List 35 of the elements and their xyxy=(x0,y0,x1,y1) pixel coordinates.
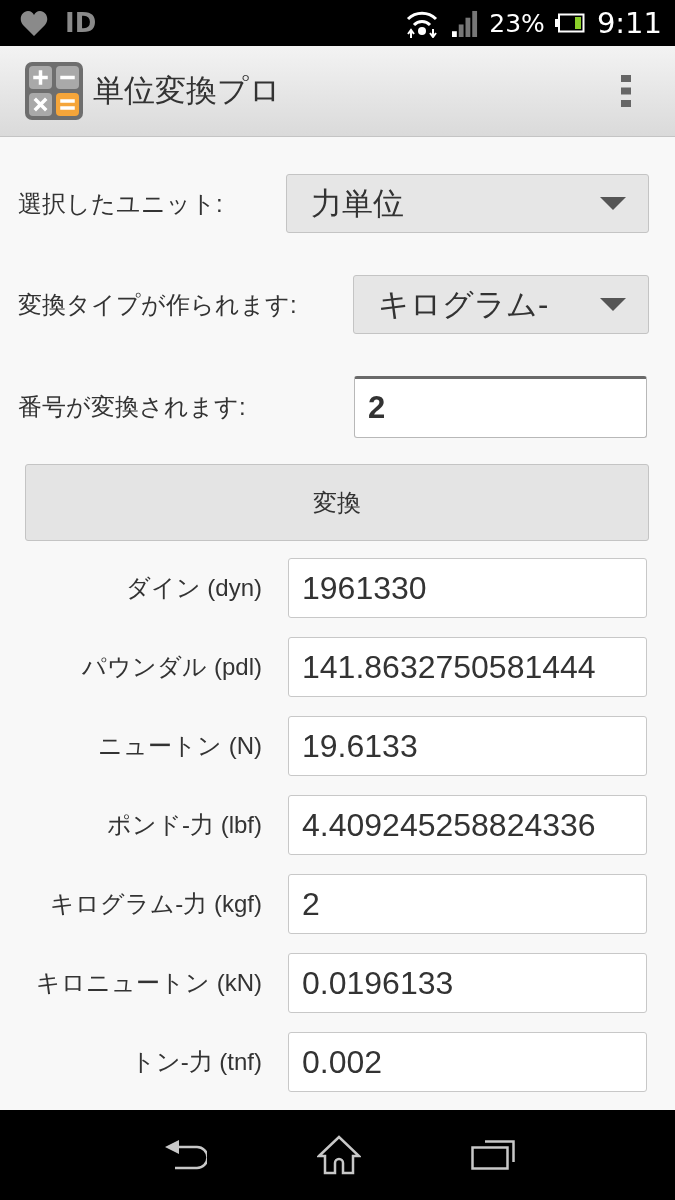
unit-label: トン-力 (tnf) xyxy=(129,1047,262,1077)
signal-icon xyxy=(452,9,480,37)
convert-button[interactable]: 変換 xyxy=(25,464,649,541)
battery-percent: 23% xyxy=(489,8,545,38)
notification-text: ID xyxy=(65,8,97,38)
result-field[interactable]: 0.002 xyxy=(288,1032,647,1092)
dropdown[interactable]: 力単位 xyxy=(286,174,649,233)
back-icon[interactable] xyxy=(165,1140,207,1170)
unit-label: ポンド-力 (lbf) xyxy=(106,810,262,840)
number-input-field[interactable]: 2 xyxy=(354,376,647,438)
field-label: 選択したユニット: xyxy=(18,188,223,219)
result-field[interactable]: 0.0196133 xyxy=(288,953,647,1013)
recent-apps-icon[interactable] xyxy=(471,1140,515,1170)
field-label: 変換タイプが作られます: xyxy=(18,289,297,320)
unit-label: パウンダル (pdl) xyxy=(81,652,262,682)
unit-label: キロニュートン (kN) xyxy=(35,968,262,998)
field-label: 番号が変換されます: xyxy=(18,392,246,422)
home-icon[interactable] xyxy=(317,1135,361,1175)
menu-icon[interactable] xyxy=(621,75,631,107)
result-field[interactable]: 4.409245258824336 xyxy=(288,795,647,855)
calculator-icon xyxy=(25,62,83,120)
caret-icon xyxy=(600,197,626,210)
result-field[interactable]: 1961330 xyxy=(288,558,647,618)
clock: 9:11 xyxy=(596,6,662,40)
dropdown[interactable]: キログラム- xyxy=(353,275,649,334)
result-field[interactable]: 19.6133 xyxy=(288,716,647,776)
unit-label: ニュートン (N) xyxy=(97,731,262,761)
caret-icon xyxy=(600,298,626,311)
result-field[interactable]: 2 xyxy=(288,874,647,934)
heart-icon xyxy=(20,10,48,36)
battery-icon xyxy=(554,13,585,33)
app-title: 単位変換プロ xyxy=(93,72,281,110)
result-field[interactable]: 141.8632750581444 xyxy=(288,637,647,697)
unit-label: ダイン (dyn) xyxy=(124,573,262,603)
unit-label: キログラム-力 (kgf) xyxy=(49,889,262,919)
